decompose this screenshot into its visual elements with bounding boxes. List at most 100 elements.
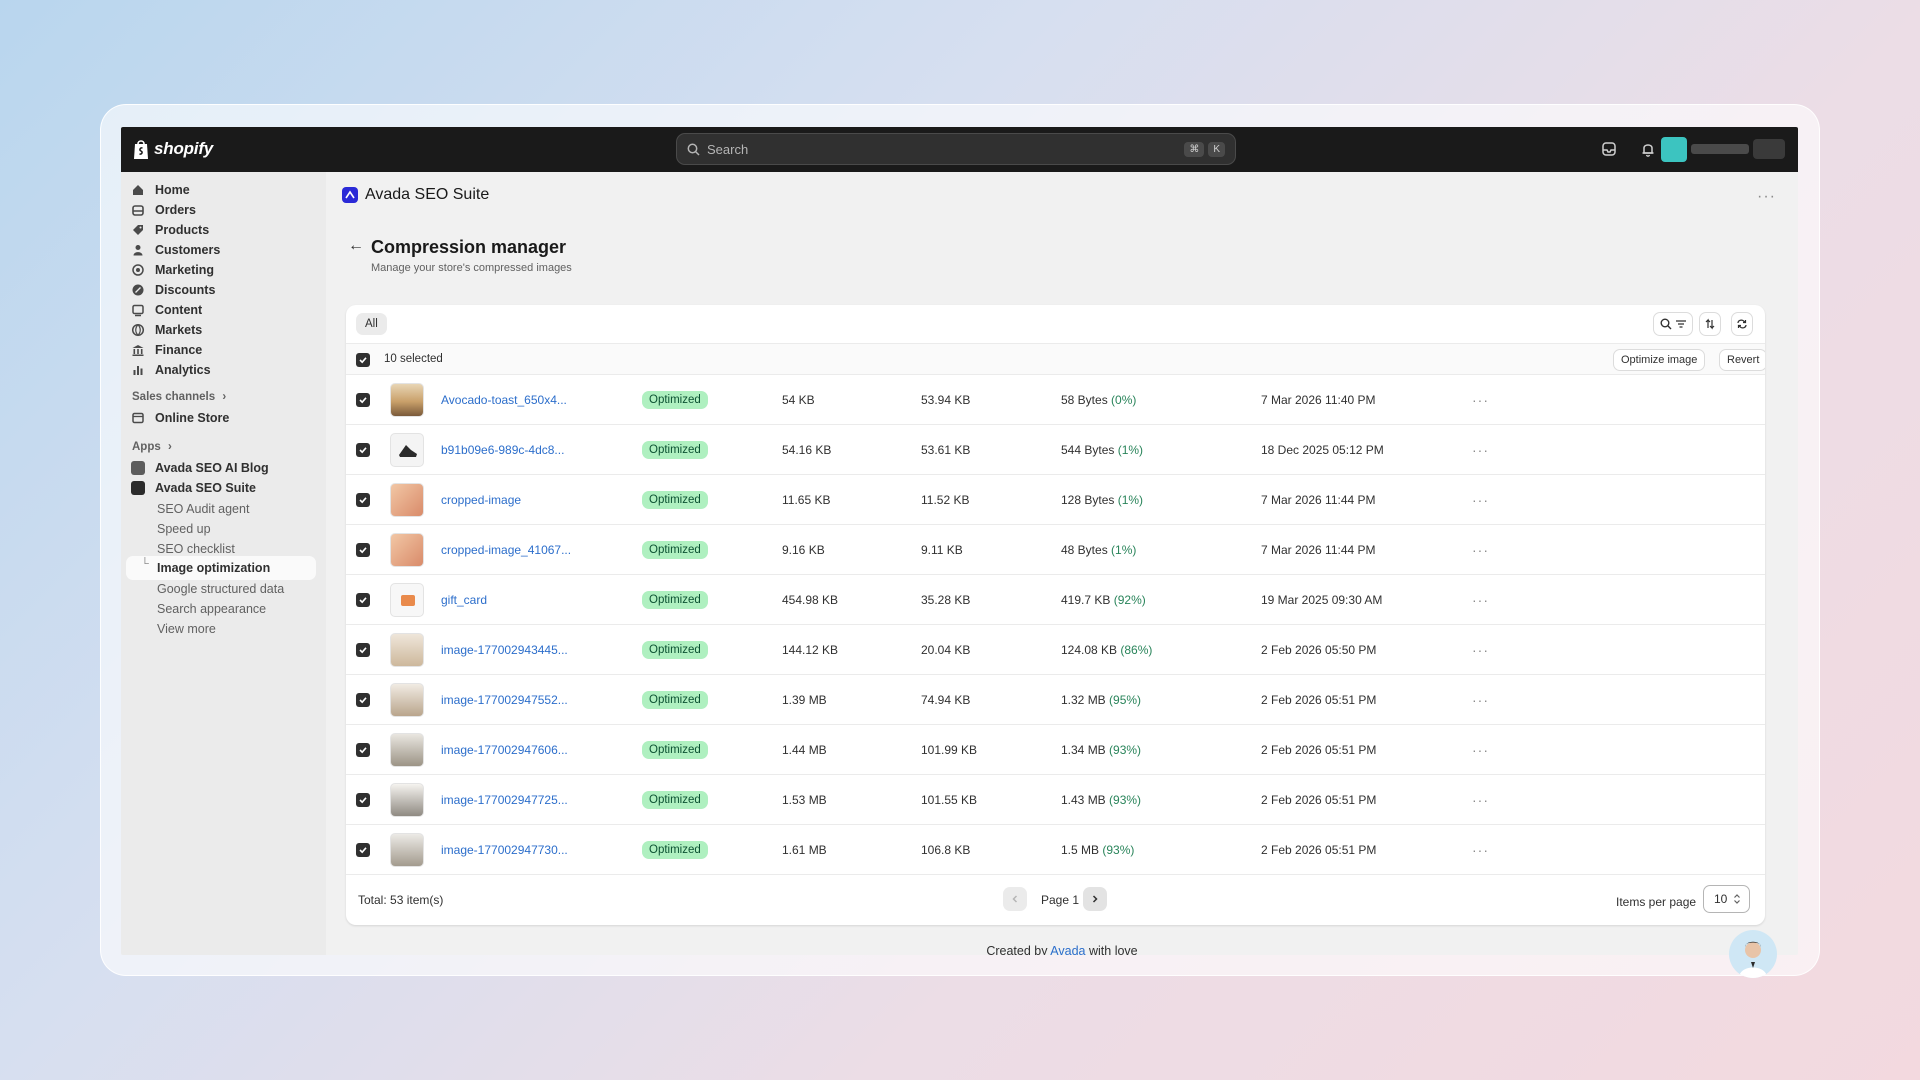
row-actions-icon[interactable]: ··· bbox=[1472, 442, 1489, 458]
sidebar-item-avada-seo-suite[interactable]: Avada SEO Suite bbox=[131, 477, 256, 499]
row-checkbox[interactable] bbox=[356, 743, 370, 757]
apps-heading[interactable]: Apps › bbox=[132, 441, 172, 453]
file-name-link[interactable]: gift_card bbox=[441, 593, 487, 607]
file-name-link[interactable]: Avocado-toast_650x4... bbox=[441, 393, 567, 407]
page-title: Compression manager bbox=[371, 237, 567, 257]
sidebar-item-label: Customers bbox=[155, 243, 221, 257]
sidebar-subitem-speed-up[interactable]: Speed up bbox=[157, 522, 211, 536]
row-checkbox[interactable] bbox=[356, 793, 370, 807]
optimize-image-button[interactable]: Optimize image bbox=[1613, 349, 1706, 371]
search-filter-button[interactable] bbox=[1653, 312, 1693, 336]
compressed-size: 74.94 KB bbox=[921, 693, 971, 707]
row-checkbox[interactable] bbox=[356, 843, 370, 857]
row-actions-icon[interactable]: ··· bbox=[1472, 842, 1489, 858]
row-checkbox[interactable] bbox=[356, 443, 370, 457]
sidebar-subitem-view-more[interactable]: View more bbox=[157, 622, 216, 636]
avada-link[interactable]: Avada bbox=[1050, 944, 1085, 955]
sidebar-item-home[interactable]: Home bbox=[131, 179, 190, 201]
table-row[interactable]: b91b09e6-989c-4dc8... Optimized 54.16 KB… bbox=[346, 425, 1765, 475]
sidebar-item-analytics[interactable]: Analytics bbox=[131, 359, 211, 381]
row-checkbox[interactable] bbox=[356, 593, 370, 607]
row-actions-icon[interactable]: ··· bbox=[1472, 592, 1489, 608]
image-thumbnail bbox=[390, 833, 424, 867]
more-actions-icon[interactable]: ··· bbox=[1757, 188, 1776, 206]
saved-size: 1.32 MB bbox=[1061, 693, 1106, 707]
items-per-page-value: 10 bbox=[1714, 892, 1728, 906]
checkmark-icon bbox=[359, 447, 367, 454]
compressed-size: 53.94 KB bbox=[921, 393, 971, 407]
row-actions-icon[interactable]: ··· bbox=[1472, 792, 1489, 808]
table-row[interactable]: cropped-image Optimized 11.65 KB 11.52 K… bbox=[346, 475, 1765, 525]
sidebar-item-discounts[interactable]: Discounts bbox=[131, 279, 215, 301]
home-icon bbox=[133, 185, 143, 195]
sidebar-item-online-store[interactable]: Online Store bbox=[131, 407, 229, 429]
back-arrow-icon[interactable]: ← bbox=[348, 237, 364, 255]
items-per-page-select[interactable]: 10 bbox=[1703, 885, 1750, 913]
saved-percent: (1%) bbox=[1117, 493, 1144, 507]
sidebar-subitem-seo-audit-agent[interactable]: SEO Audit agent bbox=[157, 502, 249, 516]
row-actions-icon[interactable]: ··· bbox=[1472, 492, 1489, 508]
sidebar-subitem-seo-checklist[interactable]: SEO checklist bbox=[157, 542, 235, 556]
search-input[interactable]: Search ⌘ K bbox=[676, 133, 1236, 165]
table-row[interactable]: cropped-image_41067... Optimized 9.16 KB… bbox=[346, 525, 1765, 575]
brand-name: shopify bbox=[154, 139, 214, 158]
file-name-link[interactable]: image-177002943445... bbox=[441, 643, 568, 657]
row-checkbox[interactable] bbox=[356, 393, 370, 407]
next-page-button[interactable] bbox=[1083, 887, 1107, 911]
sidebar-item-content[interactable]: Content bbox=[131, 299, 202, 321]
file-name-link[interactable]: image-177002947725... bbox=[441, 793, 568, 807]
user-avatar-redacted[interactable] bbox=[1753, 139, 1785, 159]
row-checkbox[interactable] bbox=[356, 543, 370, 557]
table-row[interactable]: Avocado-toast_650x4... Optimized 54 KB 5… bbox=[346, 375, 1765, 425]
sidebar-item-marketing[interactable]: Marketing bbox=[131, 259, 214, 281]
tab-all[interactable]: All bbox=[356, 313, 387, 335]
bell-icon[interactable] bbox=[1638, 139, 1658, 159]
file-name-link[interactable]: image-177002947730... bbox=[441, 843, 568, 857]
sidebar-item-orders[interactable]: Orders bbox=[131, 199, 196, 221]
revert-button[interactable]: Revert bbox=[1719, 349, 1765, 371]
sidebar-subitem-search-appearance[interactable]: Search appearance bbox=[157, 602, 266, 616]
row-checkbox[interactable] bbox=[356, 643, 370, 657]
status-badge: Optimized bbox=[642, 441, 708, 459]
checkmark-icon bbox=[359, 747, 367, 754]
discount-icon bbox=[132, 284, 144, 296]
sidebar-item-customers[interactable]: Customers bbox=[131, 239, 220, 261]
prev-page-button[interactable] bbox=[1003, 887, 1027, 911]
sidebar-item-products[interactable]: Products bbox=[131, 219, 209, 241]
row-actions-icon[interactable]: ··· bbox=[1472, 742, 1489, 758]
store-avatar[interactable] bbox=[1661, 137, 1687, 162]
file-name-link[interactable]: b91b09e6-989c-4dc8... bbox=[441, 443, 564, 457]
sidebar: Home Orders Products Customers Marketing… bbox=[121, 172, 326, 955]
sort-button[interactable] bbox=[1699, 312, 1721, 336]
select-all-checkbox[interactable] bbox=[356, 353, 370, 367]
row-actions-icon[interactable]: ··· bbox=[1472, 692, 1489, 708]
file-name-link[interactable]: image-177002947552... bbox=[441, 693, 568, 707]
sidebar-subitem-google-structured-data[interactable]: Google structured data bbox=[157, 582, 284, 596]
table-row[interactable]: image-177002947725... Optimized 1.53 MB … bbox=[346, 775, 1765, 825]
row-actions-icon[interactable]: ··· bbox=[1472, 392, 1489, 408]
original-size: 54 KB bbox=[782, 393, 815, 407]
sales-channels-heading[interactable]: Sales channels › bbox=[132, 391, 226, 403]
sidebar-item-markets[interactable]: Markets bbox=[131, 319, 202, 341]
table-row[interactable]: image-177002947730... Optimized 1.61 MB … bbox=[346, 825, 1765, 875]
saved-size: 1.34 MB bbox=[1061, 743, 1106, 757]
table-row[interactable]: gift_card Optimized 454.98 KB 35.28 KB 4… bbox=[346, 575, 1765, 625]
table-row[interactable]: image-177002943445... Optimized 144.12 K… bbox=[346, 625, 1765, 675]
sidebar-item-finance[interactable]: Finance bbox=[131, 339, 202, 361]
table-row[interactable]: image-177002947606... Optimized 1.44 MB … bbox=[346, 725, 1765, 775]
row-actions-icon[interactable]: ··· bbox=[1472, 542, 1489, 558]
row-checkbox[interactable] bbox=[356, 493, 370, 507]
shopify-logo[interactable]: shopify bbox=[132, 138, 213, 160]
refresh-button[interactable] bbox=[1731, 312, 1753, 336]
inbox-icon[interactable] bbox=[1599, 139, 1619, 159]
sidebar-subitem-image-optimization[interactable]: └ Image optimization bbox=[126, 556, 316, 580]
support-chat-avatar[interactable] bbox=[1729, 930, 1777, 978]
file-name-link[interactable]: cropped-image_41067... bbox=[441, 543, 571, 557]
row-actions-icon[interactable]: ··· bbox=[1472, 642, 1489, 658]
sidebar-item-avada-seo-ai-blog[interactable]: Avada SEO AI Blog bbox=[131, 457, 269, 479]
file-name-link[interactable]: image-177002947606... bbox=[441, 743, 568, 757]
file-name-link[interactable]: cropped-image bbox=[441, 493, 521, 507]
table-row[interactable]: image-177002947552... Optimized 1.39 MB … bbox=[346, 675, 1765, 725]
row-checkbox[interactable] bbox=[356, 693, 370, 707]
content-icon bbox=[132, 304, 144, 317]
